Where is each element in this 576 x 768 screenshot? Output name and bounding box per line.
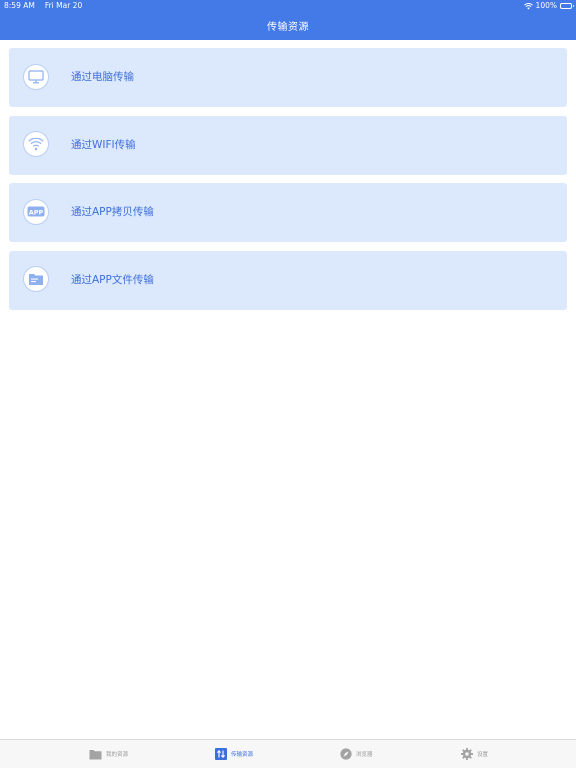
wifi-icon	[523, 2, 533, 9]
status-time: 8:59 AM	[4, 1, 35, 10]
transfer-option-label: 通过电脑传输	[71, 71, 134, 83]
transfer-option-label: 通过APP拷贝传输	[71, 206, 154, 218]
wifi-icon	[23, 131, 49, 157]
tab-settings[interactable]: 设置	[461, 740, 488, 768]
folder-icon	[23, 266, 49, 292]
battery-icon	[560, 3, 574, 9]
transfer-options-list: 通过电脑传输 通过WIFI传输 APP 通过APP拷贝传输 通过APP文件传输	[9, 48, 567, 318]
tab-label: 我的资源	[106, 752, 129, 758]
transfer-option-computer[interactable]: 通过电脑传输	[9, 48, 567, 107]
tab-browser[interactable]: 浏览器	[340, 740, 373, 768]
tab-label: 浏览器	[356, 752, 373, 758]
navigation-header: 8:59 AM Fri Mar 20 100% 传输资源	[0, 0, 576, 40]
app-icon: APP	[23, 198, 49, 225]
page-title: 传输资源	[267, 22, 309, 33]
svg-text:APP: APP	[29, 208, 44, 216]
gear-icon	[461, 748, 473, 760]
tab-my-resources[interactable]: 我的资源	[89, 740, 128, 768]
transfer-option-app-copy[interactable]: APP 通过APP拷贝传输	[9, 183, 567, 242]
battery-percentage: 100%	[535, 1, 557, 10]
transfer-option-app-file[interactable]: 通过APP文件传输	[9, 250, 567, 310]
tab-bar: 我的资源 传输资源 浏览器 设置	[0, 739, 576, 768]
status-date: Fri Mar 20	[44, 1, 83, 10]
status-bar-right: 100%	[523, 1, 574, 11]
compass-icon	[340, 748, 352, 760]
folder-icon	[89, 749, 102, 759]
status-bar-left: 8:59 AM Fri Mar 20	[4, 1, 82, 11]
tab-transfer-resources[interactable]: 传输资源	[215, 740, 253, 768]
tab-label: 设置	[477, 752, 489, 758]
computer-icon	[23, 63, 49, 90]
transfer-option-wifi[interactable]: 通过WIFI传输	[9, 115, 567, 175]
tab-label: 传输资源	[231, 752, 254, 758]
transfer-icon	[215, 748, 227, 760]
transfer-option-label: 通过APP文件传输	[71, 273, 154, 286]
transfer-option-label: 通过WIFI传输	[71, 138, 136, 151]
